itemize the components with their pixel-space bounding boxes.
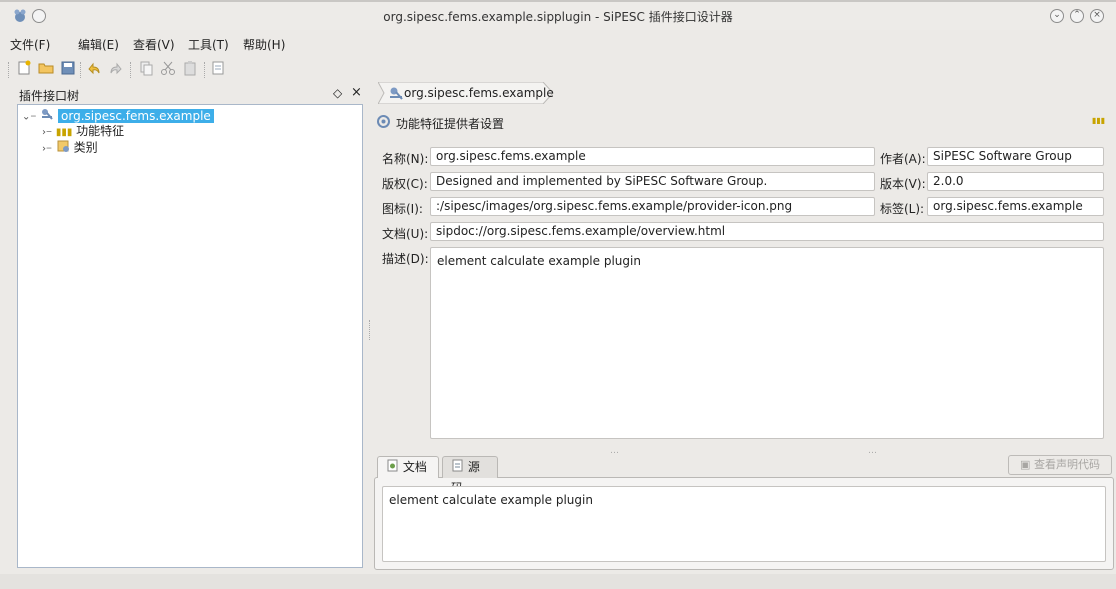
tag-label: 标签(L): <box>880 202 925 216</box>
menu-file[interactable]: 文件(F) <box>10 36 50 53</box>
plugin-icon <box>388 85 404 104</box>
doc-tab-icon <box>386 458 399 478</box>
tag-input[interactable]: org.sipesc.fems.example <box>927 197 1104 216</box>
tree-item-label: 类别 <box>73 140 98 155</box>
menu-view[interactable]: 查看(V) <box>133 36 175 53</box>
status-bar <box>0 574 1116 589</box>
tab-source[interactable]: 源码 <box>442 456 498 495</box>
copyright-input[interactable]: Designed and implemented by SiPESC Softw… <box>430 172 875 191</box>
author-input[interactable]: SiPESC Software Group <box>927 147 1104 166</box>
tree-item-features[interactable]: ›– ▮▮▮ 功能特征 <box>42 123 124 139</box>
dock-float-button[interactable]: ◇ <box>333 86 342 100</box>
name-label: 名称(N): <box>382 152 429 166</box>
menu-edit[interactable]: 编辑(E) <box>78 36 119 53</box>
tree-item-label: org.sipesc.fems.example <box>58 108 214 123</box>
maximize-button[interactable]: ⌃ <box>1070 9 1084 23</box>
splitter-handle[interactable]: … <box>868 446 877 456</box>
tab-doc-label: 文档 <box>402 460 427 474</box>
features-indicator-icon: ▮▮▮ <box>1092 116 1106 125</box>
document-icon[interactable] <box>210 60 228 78</box>
dock-close-button[interactable]: × <box>351 85 362 100</box>
menu-help[interactable]: 帮助(H) <box>243 36 285 53</box>
dock-title: 插件接口树 <box>19 89 80 103</box>
icon-path-input[interactable]: :/sipesc/images/org.sipesc.fems.example/… <box>430 197 875 216</box>
tree-item-label: 功能特征 <box>76 124 125 138</box>
author-label: 作者(A): <box>880 152 926 166</box>
new-file-icon[interactable] <box>16 60 34 78</box>
open-folder-icon[interactable] <box>38 60 56 78</box>
copy-icon[interactable] <box>138 60 156 78</box>
plugin-tree-dock-header: 插件接口树 ◇ × <box>15 84 367 103</box>
cut-icon[interactable] <box>160 60 178 78</box>
close-button[interactable]: × <box>1090 9 1104 23</box>
window-title: org.sipesc.fems.example.sipplugin - SiPE… <box>383 10 733 24</box>
icon-label: 图标(I): <box>382 202 423 216</box>
category-icon <box>56 139 70 157</box>
section-title: 功能特征提供者设置 <box>396 117 505 131</box>
view-declaration-code-button[interactable]: ▣ 查看声明代码 <box>1008 455 1112 475</box>
toolbar-handle[interactable] <box>8 62 11 78</box>
doc-content-view[interactable]: element calculate example plugin <box>382 486 1106 562</box>
minimize-button[interactable]: ⌄ <box>1050 9 1064 23</box>
description-label: 描述(D): <box>382 252 429 266</box>
view-code-label: 查看声明代码 <box>1033 458 1100 471</box>
toolbar-separator <box>204 62 207 78</box>
redo-icon[interactable] <box>108 60 126 78</box>
features-icon: ▮▮▮ <box>55 127 73 138</box>
toolbar-separator <box>130 62 133 78</box>
version-input[interactable]: 2.0.0 <box>927 172 1104 191</box>
title-bar: org.sipesc.fems.example.sipplugin - SiPE… <box>0 0 1116 30</box>
undo-icon[interactable] <box>86 60 104 78</box>
description-textarea[interactable]: element calculate example plugin <box>430 247 1104 439</box>
settings-gear-icon <box>376 114 391 132</box>
save-icon[interactable] <box>60 60 78 78</box>
copyright-label: 版权(C): <box>382 177 428 191</box>
toolbar-separator <box>80 62 83 78</box>
name-input[interactable]: org.sipesc.fems.example <box>430 147 875 166</box>
paste-icon[interactable] <box>182 60 200 78</box>
menu-tools[interactable]: 工具(T) <box>188 36 229 53</box>
source-tab-icon <box>451 458 464 478</box>
doc-url-input[interactable]: sipdoc://org.sipesc.fems.example/overvie… <box>430 222 1104 241</box>
plugin-tree[interactable]: ⌄– org.sipesc.fems.example ›– ▮▮▮ 功能特征 ›… <box>17 104 363 568</box>
tree-item-root[interactable]: ⌄– org.sipesc.fems.example <box>22 107 214 123</box>
splitter-handle[interactable]: … <box>610 446 619 456</box>
doc-label: 文档(U): <box>382 227 429 241</box>
breadcrumb-item: org.sipesc.fems.example <box>404 86 554 100</box>
tab-doc[interactable]: 文档 <box>377 456 439 478</box>
code-icon: ▣ <box>1020 458 1031 471</box>
version-label: 版本(V): <box>880 177 926 191</box>
splitter-handle[interactable] <box>369 320 374 340</box>
tree-item-categories[interactable]: ›– 类别 <box>42 139 98 155</box>
